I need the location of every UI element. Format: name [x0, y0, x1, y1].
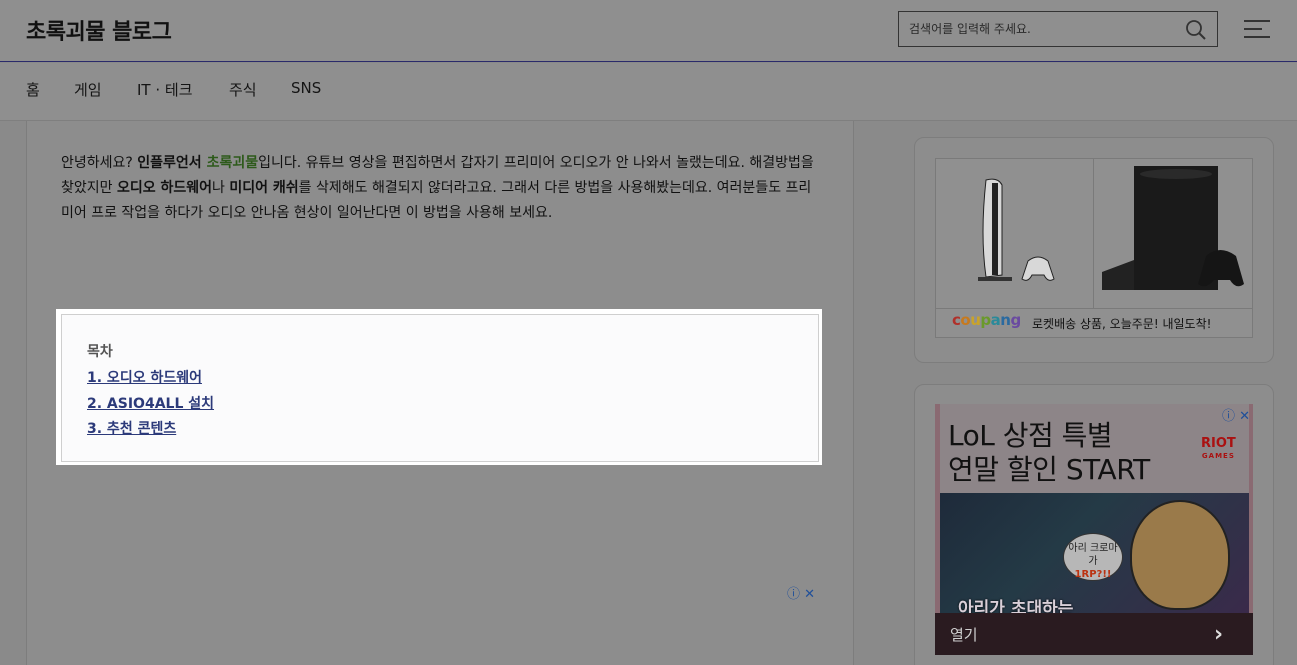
nav-item-it-tech[interactable]: IT · 테크: [137, 79, 193, 100]
xbox-console-image[interactable]: [1098, 160, 1248, 300]
ad-open-button[interactable]: 열기: [950, 624, 978, 645]
site-header: 초록괴물 블로그: [0, 0, 1297, 62]
intro-bold: 오디오 하드웨어: [116, 180, 213, 196]
chevron-right-icon[interactable]: ›: [1214, 622, 1223, 647]
ps5-console-image[interactable]: [968, 175, 1068, 290]
intro-text: 안녕하세요?: [61, 155, 138, 171]
toc-title: 목차: [87, 344, 113, 360]
search-box[interactable]: [898, 11, 1218, 47]
ad-headline-line2[interactable]: 연말 할인 START: [948, 448, 1150, 488]
article-intro: 안녕하세요? 인플루언서 초록괴물입니다. 유튜브 영상을 편집하면서 갑자기 …: [61, 151, 821, 226]
bubble-line2: 1RP?!!: [1074, 569, 1112, 580]
site-title[interactable]: 초록괴물 블로그: [26, 14, 172, 46]
ad-cta-bar[interactable]: [935, 613, 1253, 655]
bubble-line1: 아리 크로마가: [1068, 543, 1118, 567]
intro-text: 나: [212, 180, 230, 196]
ad-choices-icon[interactable]: ⓘ ✕: [1222, 405, 1250, 424]
ahri-character-illustration: [1130, 500, 1230, 610]
blogger-name: 초록괴물: [206, 155, 259, 171]
toc-link-audio-hardware[interactable]: 1. 오디오 하드웨어: [87, 367, 202, 387]
intro-bold: 미디어 캐쉬: [229, 180, 299, 196]
toc-link-recommended[interactable]: 3. 추천 콘텐츠: [87, 418, 176, 438]
coupang-tagline[interactable]: 로켓배송 상품, 오늘주문! 내일도착!: [1032, 315, 1211, 332]
toc-link-asio4all[interactable]: 2. ASIO4ALL 설치: [87, 393, 214, 413]
nav-item-sns[interactable]: SNS: [291, 79, 321, 97]
nav-item-game[interactable]: 게임: [74, 79, 102, 100]
nav-item-stock[interactable]: 주식: [229, 79, 257, 100]
riot-logo-subtext: GAMES: [1201, 452, 1235, 460]
search-icon[interactable]: [1185, 19, 1207, 41]
riot-games-logo: RIOT GAMES: [1201, 436, 1236, 462]
search-input[interactable]: [909, 12, 1179, 46]
table-of-contents: [61, 314, 819, 462]
coupang-logo[interactable]: coupang: [952, 311, 1021, 329]
riot-logo-text: RIOT: [1201, 436, 1236, 451]
intro-bold: 인플루언서: [137, 155, 207, 171]
ad-choices-icon[interactable]: ⓘ ✕: [787, 583, 815, 602]
category-nav: 홈 게임 IT · 테크 주식 SNS: [0, 63, 1297, 121]
hamburger-menu-icon[interactable]: [1244, 20, 1270, 40]
speech-bubble: 아리 크로마가 1RP?!!: [1063, 533, 1123, 581]
coupang-divider: [1093, 158, 1094, 308]
nav-item-home[interactable]: 홈: [26, 79, 40, 100]
